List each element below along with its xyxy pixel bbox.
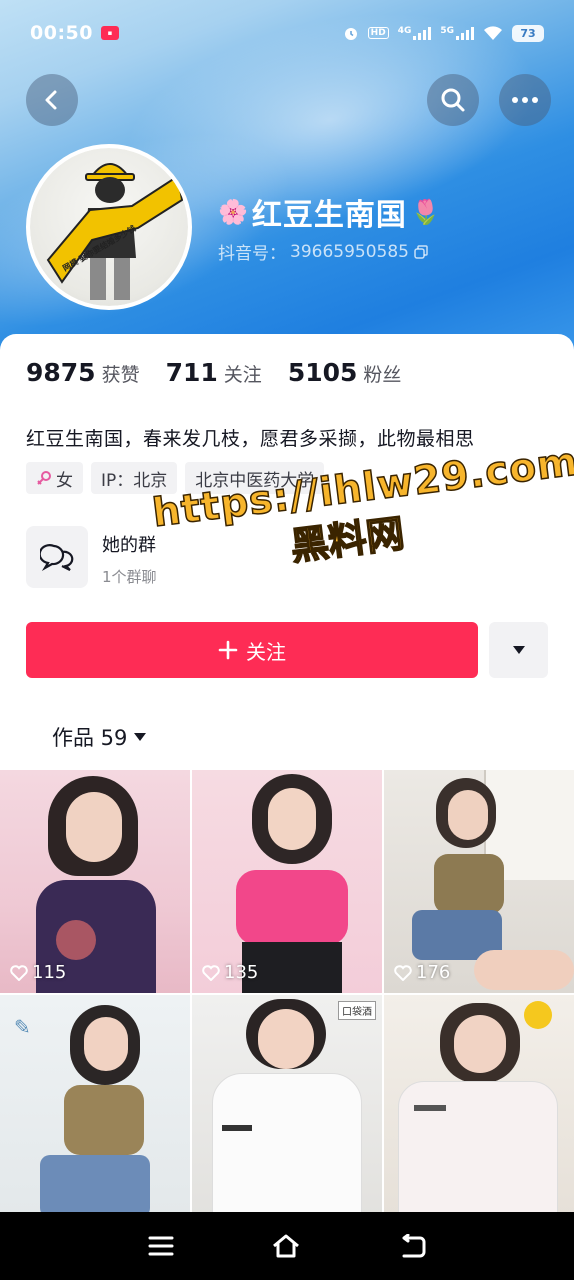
video-thumbnail[interactable]: ✎: [0, 995, 190, 1218]
video-thumbnail[interactable]: 135: [192, 770, 382, 993]
5g-signal-icon: 5G: [440, 26, 474, 40]
app-notification-icon: ▪: [100, 26, 119, 40]
video-grid: 115 135 176 ✎ 口袋酒: [0, 770, 574, 1218]
wifi-icon: [484, 26, 502, 40]
system-navigation-bar: [0, 1212, 574, 1280]
alarm-icon: [344, 28, 357, 40]
ip-location-tag: IP：北京: [91, 462, 178, 494]
follow-button[interactable]: 关注: [26, 622, 478, 678]
status-icons: HD 4G 5G 73: [343, 24, 544, 42]
home-icon[interactable]: [271, 1233, 301, 1259]
tulip-emoji-icon: 🌷: [410, 198, 441, 226]
profile-nickname: 🌸 红豆生南国 🌷: [218, 190, 441, 234]
search-button[interactable]: [427, 74, 479, 126]
nickname-text: 红豆生南国: [251, 198, 407, 233]
profile-stats: 9875 获赞 711 关注 5105 粉丝: [26, 358, 401, 387]
video-thumbnail[interactable]: 口袋酒: [192, 995, 382, 1218]
douyin-id[interactable]: 抖音号： 39665950585: [218, 239, 429, 264]
douyin-id-value: 39665950585: [290, 241, 409, 262]
thumb-caption: 口袋酒: [338, 1001, 376, 1020]
back-nav-icon[interactable]: [398, 1234, 426, 1258]
hd-label: HD: [367, 27, 389, 39]
more-button[interactable]: [499, 74, 551, 126]
group-title[interactable]: 她的群: [102, 531, 156, 557]
female-icon: [37, 471, 51, 485]
video-likes: 135: [202, 962, 258, 983]
video-thumbnail[interactable]: 115: [0, 770, 190, 993]
gender-tag: 女: [26, 462, 83, 494]
heart-outline-icon: [10, 964, 28, 981]
group-count: 1个群聊: [102, 568, 157, 586]
4g-signal-icon: 4G: [398, 26, 432, 40]
copy-icon[interactable]: [413, 244, 429, 260]
video-thumbnail[interactable]: [384, 995, 574, 1218]
status-time: 00:50: [30, 22, 93, 44]
avatar[interactable]: 网模 娶你要结婚多少钱: [26, 144, 192, 310]
school-tag[interactable]: 北京中医药大学: [185, 462, 325, 494]
profile-bio: 红豆生南国，春来发几枝，愿君多采撷，此物最相思: [26, 428, 475, 450]
recommend-dropdown-button[interactable]: [489, 622, 548, 678]
works-tab-label: 作品 59: [52, 726, 128, 750]
douyin-id-label: 抖音号：: [218, 244, 286, 264]
chat-bubbles-icon: [40, 544, 74, 572]
video-likes: 115: [10, 962, 66, 983]
heart-outline-icon: [202, 964, 220, 981]
chevron-left-icon: [45, 90, 57, 110]
menu-icon[interactable]: [148, 1235, 174, 1257]
flower-emoji-icon: 🌸: [218, 198, 248, 226]
likes-stat: 9875 获赞: [26, 358, 140, 387]
following-stat[interactable]: 711 关注: [166, 358, 262, 387]
avatar-illustration: [46, 163, 184, 300]
battery-indicator: 73: [512, 24, 544, 42]
plus-icon: [218, 640, 238, 660]
back-button[interactable]: [26, 74, 78, 126]
heart-outline-icon: [394, 964, 412, 981]
video-likes: 176: [394, 962, 450, 983]
more-dots-icon: [512, 97, 538, 103]
status-bar: 00:50 ▪ HD 4G 5G 73: [0, 0, 574, 66]
caret-down-icon: [512, 646, 525, 654]
caret-down-icon: [134, 733, 147, 741]
group-chat-button[interactable]: [26, 526, 88, 588]
search-icon: [441, 88, 465, 112]
follow-label: 关注: [246, 639, 286, 664]
video-thumbnail[interactable]: 176: [384, 770, 574, 993]
followers-stat[interactable]: 5105 粉丝: [288, 358, 402, 387]
profile-tags: 女 IP：北京 北京中医药大学: [26, 462, 325, 494]
tab-works[interactable]: 作品 59: [52, 722, 147, 752]
